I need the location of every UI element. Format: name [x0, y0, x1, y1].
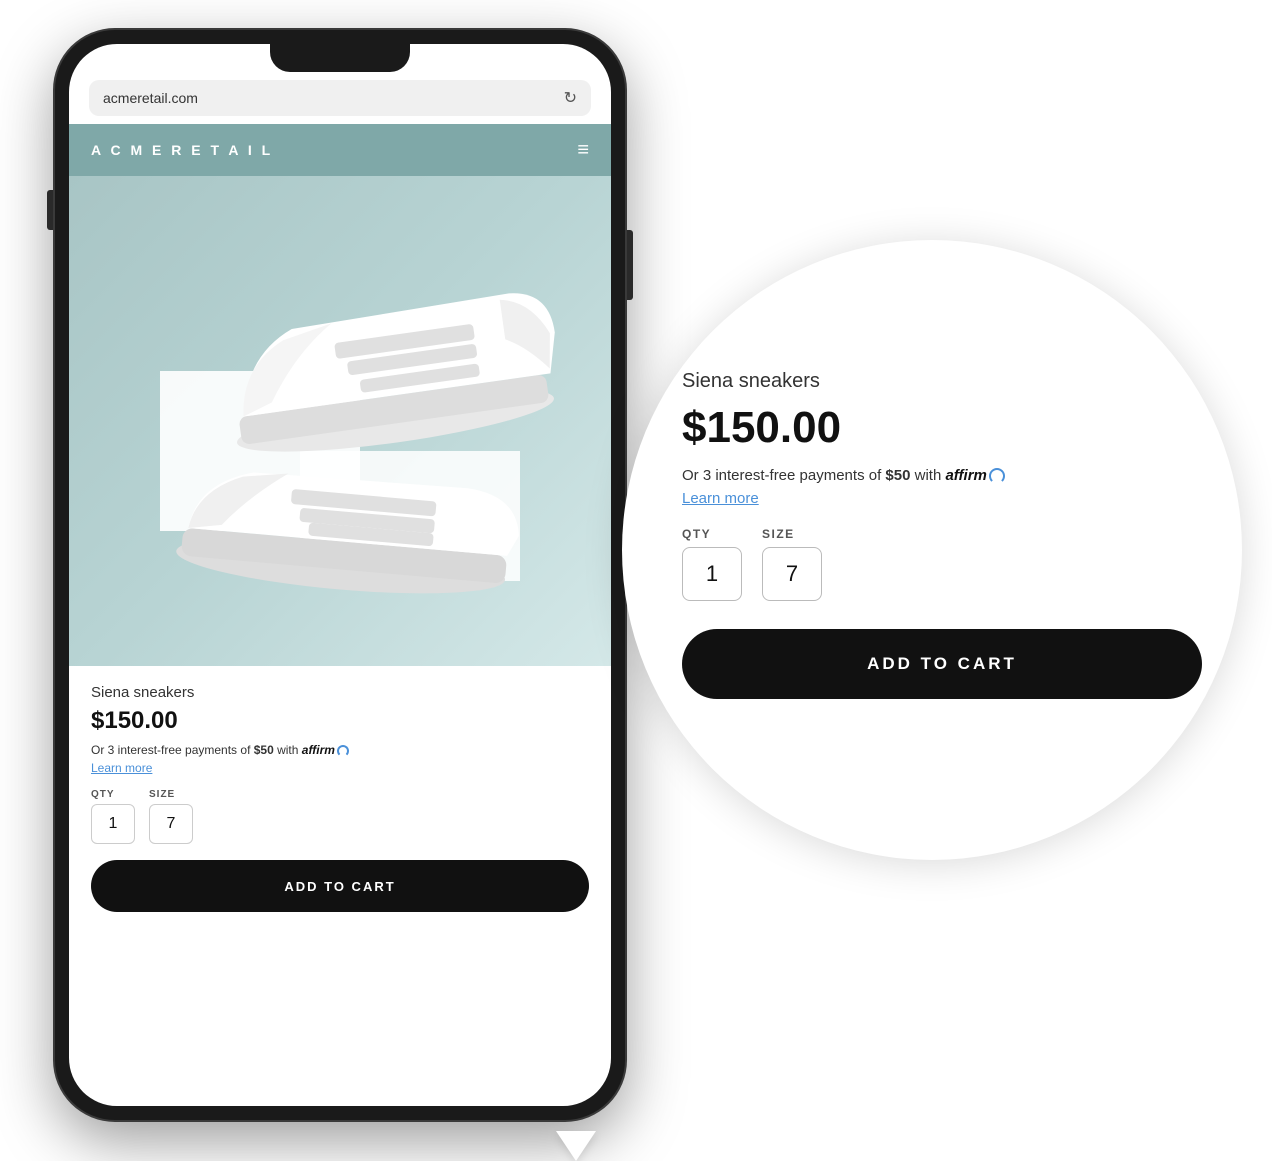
zoom-learn-more-link[interactable]: Learn more [682, 490, 1202, 507]
phone-screen: acmeretail.com ↻ A C M E R E T A I L ≡ [69, 44, 611, 1106]
affirm-text-small: Or 3 interest-free payments of $50 with … [91, 743, 589, 757]
zoom-affirm-prefix: Or 3 interest-free payments of [682, 467, 885, 484]
zoom-add-to-cart-button[interactable]: ADD TO CART [682, 629, 1202, 699]
address-bar: acmeretail.com ↻ [89, 80, 591, 116]
zoom-qty-box[interactable]: 1 [682, 547, 742, 601]
zoom-qty-group: QTY 1 [682, 527, 742, 601]
learn-more-link-small[interactable]: Learn more [91, 761, 589, 775]
product-info: Siena sneakers $150.00 Or 3 interest-fre… [69, 666, 611, 930]
reload-icon[interactable]: ↻ [564, 88, 577, 108]
product-image-svg [100, 191, 580, 651]
phone-notch [270, 44, 410, 72]
website-content: A C M E R E T A I L ≡ [69, 124, 611, 1106]
zoom-size-box[interactable]: 7 [762, 547, 822, 601]
zoom-size-label: SIZE [762, 527, 822, 541]
size-box-small[interactable]: 7 [149, 804, 193, 844]
zoom-affirm-logo: affirm [945, 467, 986, 484]
qty-label-small: QTY [91, 789, 135, 800]
zoom-affirm-suffix: with [910, 467, 945, 484]
zoom-product-name: Siena sneakers [682, 370, 1202, 393]
url-text: acmeretail.com [103, 90, 198, 106]
affirm-circle-small [337, 745, 349, 757]
zoom-name-partial: Siena sneakers [682, 370, 820, 392]
scene: acmeretail.com ↻ A C M E R E T A I L ≡ [0, 0, 1272, 1160]
qty-value-small: 1 [109, 815, 118, 833]
zoom-affirm-circle [989, 468, 1005, 484]
product-image-area [69, 176, 611, 666]
hamburger-icon[interactable]: ≡ [577, 140, 589, 160]
zoom-qty-value: 1 [706, 561, 718, 587]
product-name-small: Siena sneakers [91, 684, 589, 701]
size-group-small: SIZE 7 [149, 789, 193, 844]
zoom-affirm-amount: $50 [885, 467, 910, 484]
site-header: A C M E R E T A I L ≡ [69, 124, 611, 176]
zoom-qty-size-row: QTY 1 SIZE 7 [682, 527, 1202, 601]
add-to-cart-button-small[interactable]: ADD TO CART [91, 860, 589, 912]
zoom-qty-label: QTY [682, 527, 742, 541]
affirm-logo-small: affirm [302, 743, 335, 757]
zoom-content: Siena sneakers $150.00 Or 3 interest-fre… [682, 370, 1202, 699]
size-value-small: 7 [167, 815, 176, 833]
size-label-small: SIZE [149, 789, 193, 800]
site-logo: A C M E R E T A I L [91, 142, 273, 158]
qty-size-row-small: QTY 1 SIZE 7 [91, 789, 589, 844]
product-price-small: $150.00 [91, 707, 589, 735]
affirm-prefix: Or 3 interest-free payments of [91, 743, 254, 757]
qty-group-small: QTY 1 [91, 789, 135, 844]
zoom-size-value: 7 [786, 561, 798, 587]
affirm-amount: $50 [254, 743, 274, 757]
zoom-affirm-text: Or 3 interest-free payments of $50 with … [682, 467, 1202, 484]
qty-box-small[interactable]: 1 [91, 804, 135, 844]
zoom-bubble-tail [556, 1131, 596, 1161]
zoom-bubble: Siena sneakers $150.00 Or 3 interest-fre… [622, 240, 1242, 860]
phone-shell: acmeretail.com ↻ A C M E R E T A I L ≡ [55, 30, 625, 1120]
zoom-size-group: SIZE 7 [762, 527, 822, 601]
zoom-product-price: $150.00 [682, 403, 1202, 453]
affirm-suffix: with [274, 743, 302, 757]
